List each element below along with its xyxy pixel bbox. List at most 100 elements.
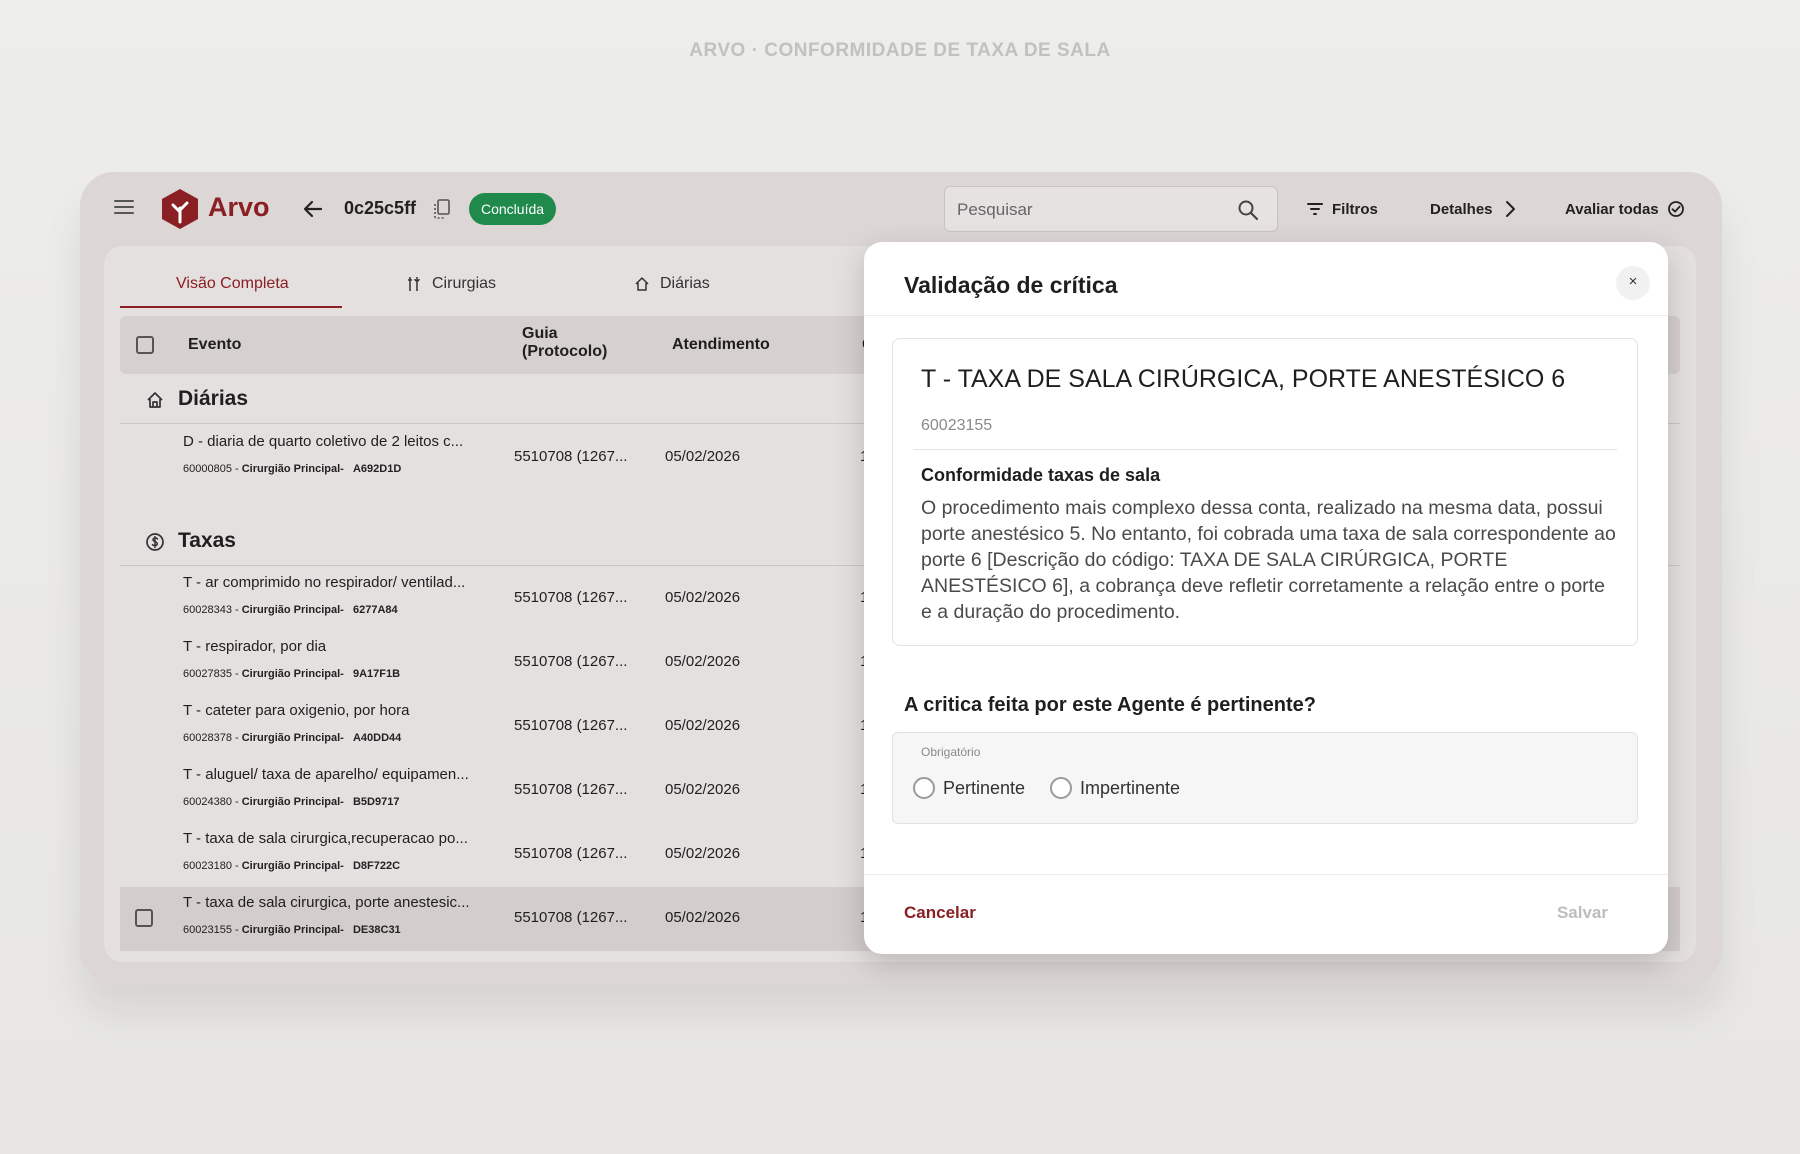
event-code: 60027835 xyxy=(183,668,232,680)
details-label: Detalhes xyxy=(1430,200,1493,218)
close-button[interactable]: × xyxy=(1616,266,1650,300)
section-title: Diárias xyxy=(178,387,249,410)
event-ref: B5D9717 xyxy=(352,796,400,808)
back-arrow-icon[interactable] xyxy=(302,198,324,220)
guia-cell: 5510708 (1267... xyxy=(514,653,628,670)
save-button[interactable]: Salvar xyxy=(1557,903,1608,923)
event-subtitle: 60000805 - Cirurgião Principal- A692D1D xyxy=(183,463,402,475)
filters-label: Filtros xyxy=(1332,200,1378,218)
event-ref: A40DD44 xyxy=(352,732,402,744)
top-bar: Arvo 0c25c5ff Concluída Filtros Detalhes xyxy=(80,172,1722,246)
date-cell: 05/02/2026 xyxy=(665,589,741,606)
row-checkbox[interactable] xyxy=(135,909,153,927)
event-ref: D8F722C xyxy=(352,860,401,872)
radio-label: Impertinente xyxy=(1080,777,1181,798)
tab-cirurgias[interactable]: Cirurgias xyxy=(406,260,496,308)
date-cell: 05/02/2026 xyxy=(665,781,741,798)
event-subtitle: 60028378 - Cirurgião Principal- A40DD44 xyxy=(183,732,402,744)
tab-diarias[interactable]: Diárias xyxy=(634,260,710,308)
guia-cell: 5510708 (1267... xyxy=(514,845,628,862)
event-role: Cirurgião Principal- xyxy=(241,860,344,872)
cancel-button[interactable]: Cancelar xyxy=(904,903,976,923)
guia-cell: 5510708 (1267... xyxy=(514,717,628,734)
event-role: Cirurgião Principal- xyxy=(241,924,344,936)
filter-icon xyxy=(1307,203,1323,215)
event-subtitle: 60028343 - Cirurgião Principal- 6277A84 xyxy=(183,604,398,616)
tab-visao-completa[interactable]: Visão Completa xyxy=(176,260,289,308)
column-header-guia[interactable]: Guia (Protocolo) xyxy=(522,325,607,361)
event-title: T - ar comprimido no respirador/ ventila… xyxy=(183,574,466,591)
event-subtitle: 60023180 - Cirurgião Principal- D8F722C xyxy=(183,860,401,872)
event-code: 60023155 xyxy=(183,924,232,936)
critique-title: Conformidade taxas de sala xyxy=(921,465,1161,485)
item-code: 60023155 xyxy=(921,417,993,434)
date-cell: 05/02/2026 xyxy=(665,845,741,862)
modal-footer: Cancelar Salvar xyxy=(864,874,1668,954)
page-caption: ARVO · CONFORMIDADE DE TAXA DE SALA xyxy=(689,40,1111,61)
event-role: Cirurgião Principal- xyxy=(241,732,344,744)
pertinence-radio-group: Obrigatório Pertinente Impertinente xyxy=(892,732,1638,824)
event-ref: A692D1D xyxy=(352,463,402,475)
item-title: T - TAXA DE SALA CIRÚRGICA, PORTE ANESTÉ… xyxy=(921,365,1566,393)
event-subtitle: 60023155 - Cirurgião Principal- DE38C31 xyxy=(183,924,401,936)
event-subtitle: 60027835 - Cirurgião Principal- 9A17F1B xyxy=(183,668,401,680)
modal-title: Validação de crítica xyxy=(904,272,1118,298)
surgery-tools-icon xyxy=(408,277,420,291)
modal-header: Validação de crítica × xyxy=(864,242,1668,316)
event-role: Cirurgião Principal- xyxy=(241,796,344,808)
event-code: 60000805 xyxy=(183,463,232,475)
column-header-guia-line2: (Protocolo) xyxy=(522,343,608,360)
date-cell: 05/02/2026 xyxy=(665,717,741,734)
radio-label: Pertinente xyxy=(943,777,1026,798)
home-icon xyxy=(635,277,649,291)
radio-circle[interactable] xyxy=(1050,777,1072,799)
event-role: Cirurgião Principal- xyxy=(241,668,344,680)
event-title: T - respirador, por dia xyxy=(183,638,327,655)
event-ref: 6277A84 xyxy=(352,604,398,616)
radio-circle[interactable] xyxy=(913,777,935,799)
radio-pertinente[interactable]: Pertinente xyxy=(913,777,1025,799)
column-header-evento[interactable]: Evento xyxy=(188,336,241,354)
search-input[interactable] xyxy=(957,197,1217,223)
status-badge: Concluída xyxy=(469,193,557,225)
column-header-guia-line1: Guia xyxy=(522,325,558,342)
event-title: T - taxa de sala cirurgica, porte aneste… xyxy=(183,894,470,911)
guia-cell: 5510708 (1267... xyxy=(514,589,628,606)
event-title: D - diaria de quarto coletivo de 2 leito… xyxy=(183,433,464,450)
select-all-checkbox[interactable] xyxy=(136,336,154,354)
chevron-right-icon xyxy=(1505,201,1515,217)
home-icon xyxy=(147,392,163,408)
guia-cell: 5510708 (1267... xyxy=(514,909,628,926)
event-role: Cirurgião Principal- xyxy=(241,463,344,475)
evaluate-all-button[interactable]: Avaliar todas xyxy=(1565,194,1685,224)
section-title: Taxas xyxy=(178,529,236,552)
filters-button[interactable]: Filtros xyxy=(1306,194,1378,224)
active-tab-indicator xyxy=(120,306,342,308)
event-ref: DE38C31 xyxy=(352,924,401,936)
pertinence-question: A critica feita por este Agente é pertin… xyxy=(904,694,1316,716)
search-box xyxy=(944,186,1278,232)
check-circle-icon xyxy=(1667,201,1684,217)
account-id: 0c25c5ff xyxy=(344,198,417,218)
date-cell: 05/02/2026 xyxy=(665,653,741,670)
tab-label: Diárias xyxy=(660,275,710,292)
radio-impertinente[interactable]: Impertinente xyxy=(1050,777,1180,799)
arvo-logo-icon xyxy=(162,189,198,229)
guia-cell: 5510708 (1267... xyxy=(514,448,628,465)
date-cell: 05/02/2026 xyxy=(665,909,741,926)
copy-icon[interactable] xyxy=(434,199,450,219)
dollar-circle-icon xyxy=(146,533,164,551)
brand-name: Arvo xyxy=(208,192,270,222)
critique-text: O procedimento mais complexo dessa conta… xyxy=(921,497,1616,623)
event-code: 60023180 xyxy=(183,860,232,872)
search-icon[interactable] xyxy=(1237,199,1259,221)
column-header-atendimento[interactable]: Atendimento xyxy=(672,336,770,354)
event-code: 60028343 xyxy=(183,604,232,616)
critique-card: T - TAXA DE SALA CIRÚRGICA, PORTE ANESTÉ… xyxy=(892,338,1638,646)
event-subtitle: 60024380 - Cirurgião Principal- B5D9717 xyxy=(183,796,400,808)
details-button[interactable]: Detalhes xyxy=(1430,194,1519,224)
date-cell: 05/02/2026 xyxy=(665,448,741,465)
event-role: Cirurgião Principal- xyxy=(241,604,344,616)
event-code: 60028378 xyxy=(183,732,232,744)
hamburger-menu-icon[interactable] xyxy=(114,200,134,218)
